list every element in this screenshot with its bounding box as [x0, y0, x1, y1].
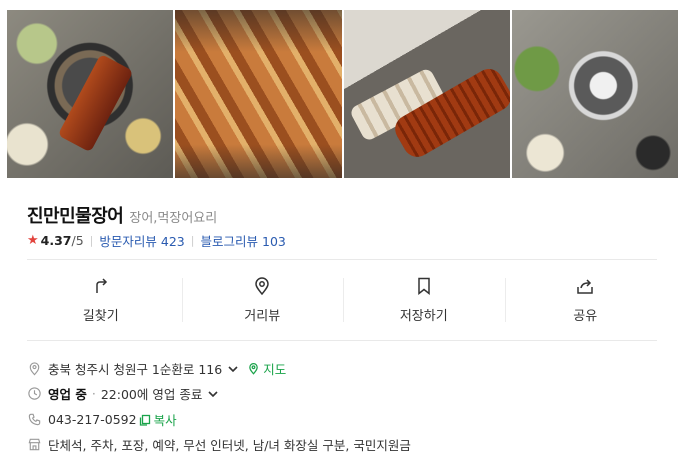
divider — [27, 259, 657, 260]
store-header: 진만민물장어 장어,먹장어요리 — [27, 202, 217, 228]
divider — [27, 340, 657, 341]
photo-3[interactable] — [343, 10, 510, 178]
map-link[interactable]: 지도 — [247, 359, 286, 378]
store-category: 장어,먹장어요리 — [129, 211, 218, 226]
divider: · — [91, 386, 96, 401]
share-button[interactable]: 공유 — [504, 270, 667, 330]
hours-row: 영업 중 · 22:00에 영업 종료 — [27, 384, 219, 403]
blog-review-label: 블로그리뷰 — [200, 234, 258, 249]
divider: | — [89, 234, 94, 247]
share-icon — [577, 279, 593, 294]
store-icon — [28, 438, 41, 451]
save-label: 저장하기 — [399, 309, 448, 324]
copy-icon — [139, 414, 150, 426]
bookmark-icon — [418, 277, 430, 296]
chevron-down-icon[interactable] — [207, 388, 219, 400]
amenities-row: 단체석, 주차, 포장, 예약, 무선 인터넷, 남/녀 화장실 구분, 국민지… — [27, 435, 411, 454]
photo-1[interactable] — [7, 10, 174, 178]
directions-label: 길찾기 — [82, 309, 119, 324]
business-hours: 22:00에 영업 종료 — [100, 387, 203, 402]
phone-number: 043-217-0592 — [48, 412, 137, 427]
visitor-review-count: 423 — [160, 234, 185, 249]
star-icon: ★ — [27, 233, 39, 248]
copy-button[interactable]: 복사 — [139, 410, 177, 429]
save-button[interactable]: 저장하기 — [343, 270, 505, 330]
photo-gallery — [7, 10, 678, 178]
phone-row: 043-217-0592 복사 — [27, 410, 177, 429]
blog-review-count: 103 — [262, 234, 286, 249]
location-pin-icon — [29, 362, 40, 376]
blog-review-link[interactable]: 블로그리뷰 103 — [200, 231, 285, 250]
directions-icon — [96, 278, 107, 293]
store-name: 진만민물장어 — [27, 206, 124, 227]
amenities-text: 단체석, 주차, 포장, 예약, 무선 인터넷, 남/녀 화장실 구분, 국민지… — [48, 438, 411, 453]
action-bar: 길찾기 거리뷰 저장하기 공유 — [20, 270, 666, 330]
business-status: 영업 중 — [48, 387, 87, 402]
location-pin-icon — [255, 277, 270, 296]
photo-4[interactable] — [511, 10, 678, 178]
rating-row: ★ 4.37 /5 | 방문자리뷰 423 | 블로그리뷰 103 — [27, 231, 286, 250]
phone-icon — [28, 413, 41, 426]
map-label: 지도 — [263, 362, 287, 377]
chevron-down-icon[interactable] — [227, 363, 239, 375]
visitor-review-label: 방문자리뷰 — [99, 234, 157, 249]
directions-button[interactable]: 길찾기 — [20, 270, 182, 330]
divider: | — [190, 234, 195, 247]
clock-icon — [28, 387, 41, 400]
address-row: 충북 청주시 청원구 1순환로 116 지도 — [27, 359, 286, 378]
rating-max: /5 — [71, 233, 84, 248]
street-view-button[interactable]: 거리뷰 — [181, 270, 344, 330]
street-view-label: 거리뷰 — [244, 309, 281, 324]
photo-2[interactable] — [175, 10, 342, 178]
visitor-review-link[interactable]: 방문자리뷰 423 — [99, 231, 184, 250]
address-text: 충북 청주시 청원구 1순환로 116 — [48, 362, 223, 377]
map-pin-icon — [249, 363, 258, 375]
rating-value: 4.37 — [40, 233, 72, 248]
copy-label: 복사 — [153, 413, 177, 428]
share-label: 공유 — [573, 309, 598, 324]
